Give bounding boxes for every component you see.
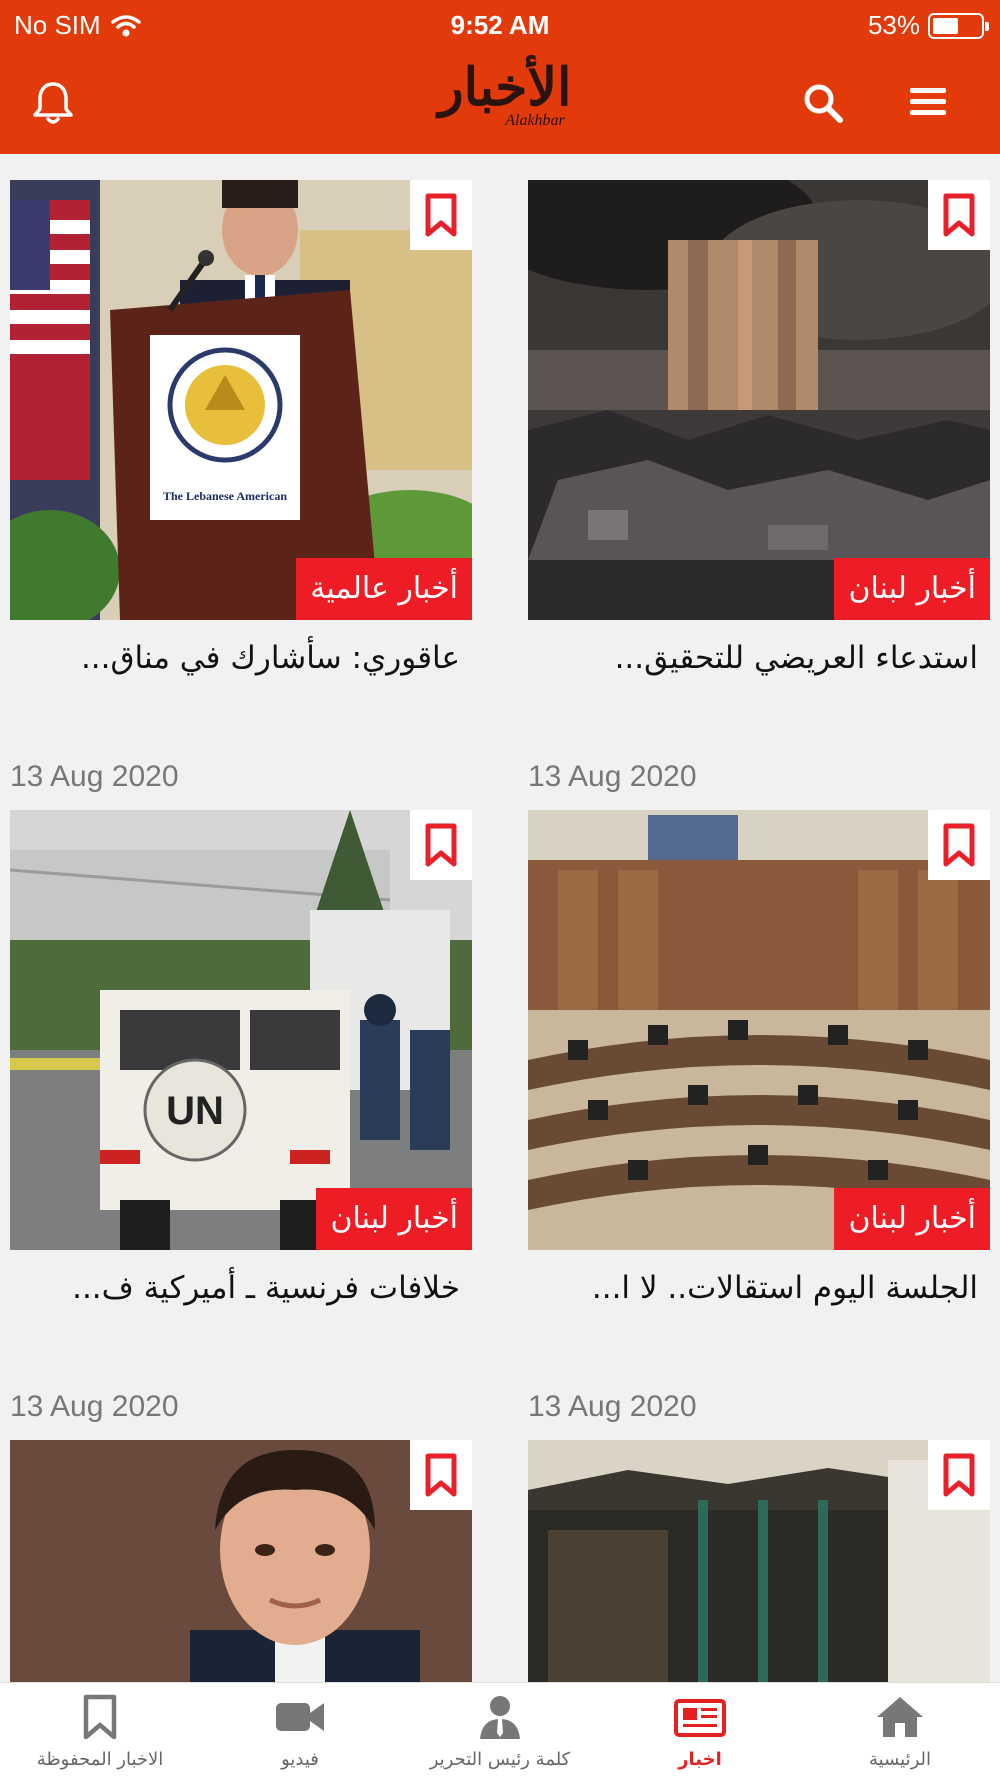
editor-icon xyxy=(480,1696,520,1739)
tab-home[interactable]: الرئيسية xyxy=(800,1683,1000,1778)
tab-label: كلمة رئيس التحرير xyxy=(429,1749,571,1770)
article-date: 13 Aug 2020 xyxy=(528,1390,697,1423)
status-bar: No SIM 9:52 AM 53% xyxy=(0,0,1000,50)
bookmark-icon xyxy=(943,823,975,867)
app-header: الأخبار Alakhbar xyxy=(0,50,1000,154)
article-image-damaged-interior[interactable] xyxy=(528,1440,990,1682)
clock: 9:52 AM xyxy=(450,10,550,40)
category-badge[interactable]: أخبار لبنان xyxy=(834,1188,990,1250)
news-icon xyxy=(674,1699,726,1737)
podium-sign-text: The Lebanese American xyxy=(163,489,287,503)
search-icon[interactable] xyxy=(800,80,846,126)
article-date: 13 Aug 2020 xyxy=(528,760,697,793)
battery-percent: 53% xyxy=(867,10,920,40)
bookmark-button[interactable] xyxy=(928,810,990,880)
category-badge[interactable]: أخبار لبنان xyxy=(834,558,990,620)
bottom-tab-bar: الاخبار المحفوظة فيديو كلمة رئيس التحرير… xyxy=(0,1682,1000,1778)
article-headline[interactable]: استدعاء العريضي للتحقيق... xyxy=(528,640,990,676)
home-icon xyxy=(877,1697,923,1737)
battery-icon xyxy=(928,12,989,39)
bell-icon[interactable] xyxy=(28,78,78,128)
article-headline[interactable]: الجلسة اليوم استقالات.. لا ا... xyxy=(528,1270,990,1306)
tab-label: فيديو xyxy=(281,1749,319,1770)
battery-fill xyxy=(933,17,958,34)
article-image-speaker[interactable]: The Lebanese American xyxy=(10,180,472,620)
video-icon xyxy=(276,1703,324,1731)
vehicle-mark-text: UN xyxy=(166,1089,224,1133)
bookmark-icon xyxy=(943,1453,975,1497)
bookmark-icon xyxy=(425,193,457,237)
article-date: 13 Aug 2020 xyxy=(10,1390,179,1423)
battery: 53% xyxy=(867,10,989,41)
bookmark-button[interactable] xyxy=(410,180,472,250)
bookmark-button[interactable] xyxy=(928,180,990,250)
tab-editor-word[interactable]: كلمة رئيس التحرير xyxy=(400,1683,600,1778)
category-badge[interactable]: أخبار لبنان xyxy=(316,1188,472,1250)
bookmark-icon xyxy=(425,1453,457,1497)
logo-arabic: الأخبار xyxy=(438,57,572,118)
article-image-portrait[interactable] xyxy=(10,1440,472,1682)
bookmark-button[interactable] xyxy=(410,1440,472,1510)
tab-video[interactable]: فيديو xyxy=(200,1683,400,1778)
bookmark-icon xyxy=(83,1694,117,1740)
logo-latin: Alakhbar xyxy=(505,112,565,129)
tab-saved-news[interactable]: الاخبار المحفوظة xyxy=(0,1683,200,1778)
tab-label: الاخبار المحفوظة xyxy=(36,1749,164,1770)
category-badge[interactable]: أخبار عالمية xyxy=(296,558,472,620)
tab-label: الرئيسية xyxy=(869,1749,931,1770)
article-date: 13 Aug 2020 xyxy=(10,760,179,793)
tab-label: اخبار xyxy=(678,1749,722,1770)
article-image-un-vehicle[interactable]: UN xyxy=(10,810,472,1250)
bookmark-button[interactable] xyxy=(410,810,472,880)
article-image-port-blast[interactable] xyxy=(528,180,990,620)
article-image-parliament[interactable] xyxy=(528,810,990,1250)
bookmark-icon xyxy=(943,193,975,237)
bookmark-icon xyxy=(425,823,457,867)
tab-news[interactable]: اخبار xyxy=(600,1683,800,1778)
article-headline[interactable]: خلافات فرنسية ـ أميركية ف... xyxy=(10,1270,472,1306)
app-logo[interactable]: الأخبار Alakhbar xyxy=(360,56,650,148)
article-headline[interactable]: عاقوري: سأشارك في مناق... xyxy=(10,640,472,676)
bookmark-button[interactable] xyxy=(928,1440,990,1510)
menu-icon[interactable] xyxy=(906,80,950,124)
